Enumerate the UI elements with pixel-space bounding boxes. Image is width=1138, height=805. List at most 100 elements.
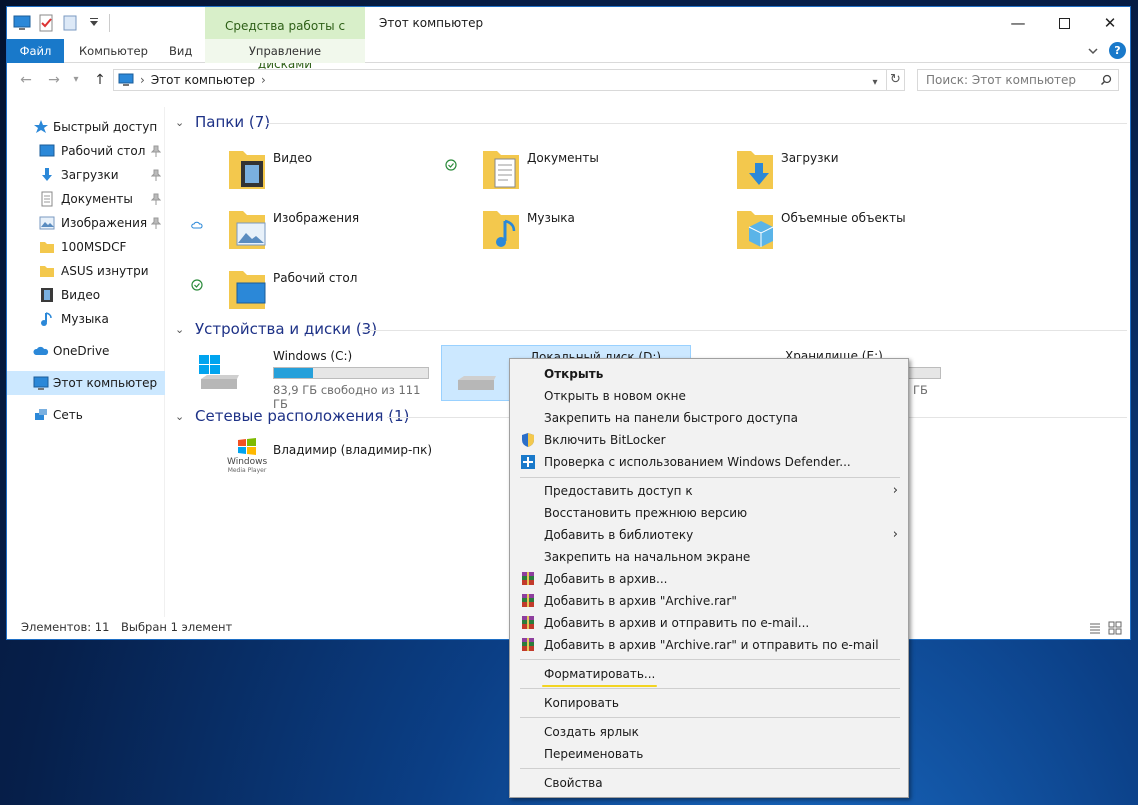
sidebar-item-this-pc[interactable]: Этот компьютер	[7, 371, 165, 395]
context-menu: Открыть Открыть в новом окне Закрепить н…	[509, 358, 909, 798]
search-input[interactable]: Поиск: Этот компьютер	[917, 69, 1119, 91]
folder-tile-music[interactable]: Музыка	[481, 205, 731, 261]
new-folder-icon[interactable]	[61, 14, 79, 32]
submenu-arrow-icon: ›	[892, 483, 898, 498]
menu-item-add-archive[interactable]: Добавить в архив...	[510, 568, 908, 590]
folder-tile-pictures[interactable]: Изображения	[227, 205, 477, 261]
back-arrow-icon[interactable]: ←	[17, 71, 35, 89]
breadcrumb-chevron-icon[interactable]: ›	[261, 73, 266, 87]
menu-separator	[520, 688, 900, 689]
chevron-down-icon[interactable]: ▾	[868, 72, 882, 94]
drive-tile-c[interactable]: Windows (C:) 83,9 ГБ свободно из 111 ГБ	[185, 345, 435, 411]
menu-item-bitlocker[interactable]: Включить BitLocker	[510, 429, 908, 451]
sidebar-item-pictures[interactable]: Изображения	[7, 211, 165, 235]
menu-item-format[interactable]: Форматировать...	[510, 663, 908, 685]
sidebar-item-documents[interactable]: Документы	[7, 187, 165, 211]
close-icon: ✕	[1103, 14, 1117, 32]
menu-item-add-archive-rar-email[interactable]: Добавить в архив "Archive.rar" и отправи…	[510, 634, 908, 656]
system-drive-icon	[199, 355, 239, 389]
close-button[interactable]: ✕	[1087, 7, 1133, 39]
menu-item-include-library[interactable]: Добавить в библиотеку ›	[510, 524, 908, 546]
menu-item-label: Форматировать...	[544, 667, 656, 681]
sidebar-item-downloads[interactable]: Загрузки	[7, 163, 165, 187]
pin-icon[interactable]	[151, 145, 161, 157]
breadcrumb[interactable]: Этот компьютер	[151, 73, 255, 87]
menu-item-open-new-window[interactable]: Открыть в новом окне	[510, 385, 908, 407]
menu-item-label: Добавить в архив...	[544, 572, 668, 586]
group-header-network[interactable]: ⌄ Сетевые расположения (1)	[175, 407, 409, 425]
refresh-icon[interactable]: ↻	[887, 69, 905, 91]
menu-item-label: Восстановить прежнюю версию	[544, 506, 748, 520]
3d-objects-folder-icon	[737, 211, 774, 249]
pin-icon[interactable]	[151, 193, 161, 205]
menu-item-defender-scan[interactable]: Проверка с использованием Windows Defend…	[510, 451, 908, 473]
recent-locations-icon[interactable]: ▾	[67, 71, 85, 89]
sidebar-item-quick-access[interactable]: Быстрый доступ	[7, 115, 165, 139]
tab-computer[interactable]: Компьютер	[67, 39, 160, 63]
tab-view[interactable]: Вид	[157, 39, 204, 63]
sidebar-item-music[interactable]: Музыка	[7, 307, 165, 331]
network-location-tile[interactable]: Windows Media Player Владимир (владимир-…	[227, 437, 477, 493]
help-icon[interactable]: ?	[1109, 42, 1126, 59]
chevron-down-icon: ⌄	[175, 322, 185, 336]
folder-tile-3d-objects[interactable]: Объемные объекты	[735, 205, 985, 261]
properties-icon[interactable]	[37, 14, 55, 32]
tab-manage[interactable]: Управление	[205, 39, 365, 63]
tab-file[interactable]: Файл	[7, 39, 64, 63]
pin-icon[interactable]	[151, 217, 161, 229]
pin-icon[interactable]	[151, 169, 161, 181]
menu-item-properties[interactable]: Свойства	[510, 772, 908, 794]
menu-item-label: Создать ярлык	[544, 725, 639, 739]
details-view-icon[interactable]	[1088, 621, 1102, 635]
menu-item-rename[interactable]: Переименовать	[510, 743, 908, 765]
music-folder-icon	[483, 211, 519, 249]
network-icon	[35, 409, 47, 420]
sidebar-item-videos[interactable]: Видео	[7, 283, 165, 307]
group-header-drives[interactable]: ⌄ Устройства и диски (3)	[175, 320, 377, 338]
search-icon[interactable]	[1100, 74, 1112, 86]
sidebar-item-asus[interactable]: ASUS изнутри	[7, 259, 165, 283]
up-arrow-icon[interactable]: ↑	[91, 71, 109, 89]
folder-tile-documents[interactable]: Документы	[481, 145, 731, 201]
folder-label: Документы	[527, 151, 599, 165]
maximize-button[interactable]	[1041, 7, 1087, 39]
menu-item-add-archive-email[interactable]: Добавить в архив и отправить по e-mail..…	[510, 612, 908, 634]
forward-arrow-icon[interactable]: →	[45, 71, 63, 89]
item-count: Элементов: 11	[21, 620, 110, 634]
large-icons-view-icon[interactable]	[1108, 621, 1122, 635]
folder-tile-desktop[interactable]: Рабочий стол	[227, 265, 477, 321]
folder-tile-videos[interactable]: Видео	[227, 145, 477, 201]
media-player-icon: Windows Media Player	[227, 437, 267, 485]
folder-tile-downloads[interactable]: Загрузки	[735, 145, 985, 201]
sidebar-item-label: Загрузки	[61, 168, 119, 182]
shield-icon	[522, 433, 534, 447]
downloads-folder-icon	[737, 151, 773, 189]
minimize-button[interactable]: —	[995, 7, 1041, 39]
menu-item-restore-version[interactable]: Восстановить прежнюю версию	[510, 502, 908, 524]
menu-item-give-access[interactable]: Предоставить доступ к ›	[510, 480, 908, 502]
group-header-folders[interactable]: ⌄ Папки (7)	[175, 113, 270, 131]
group-title: Устройства и диски (3)	[195, 320, 378, 338]
expand-ribbon-icon[interactable]	[1086, 44, 1100, 58]
folder-label: Загрузки	[781, 151, 839, 165]
computer-icon[interactable]	[13, 14, 31, 32]
star-icon	[34, 120, 48, 133]
documents-folder-icon	[483, 151, 519, 189]
menu-item-open[interactable]: Открыть	[510, 363, 908, 385]
menu-item-create-shortcut[interactable]: Создать ярлык	[510, 721, 908, 743]
customize-qat-icon[interactable]	[85, 14, 103, 32]
windows-flag-icon	[238, 438, 256, 455]
menu-item-copy[interactable]: Копировать	[510, 692, 908, 714]
sidebar-item-100msdcf[interactable]: 100MSDCF	[7, 235, 165, 259]
winrar-icon	[522, 594, 534, 607]
video-icon	[41, 288, 53, 302]
sidebar-item-network[interactable]: Сеть	[7, 403, 165, 427]
menu-item-pin-start[interactable]: Закрепить на начальном экране	[510, 546, 908, 568]
menu-item-pin-quick-access[interactable]: Закрепить на панели быстрого доступа	[510, 407, 908, 429]
menu-item-label: Открыть	[544, 367, 604, 381]
sidebar-item-desktop[interactable]: Рабочий стол	[7, 139, 165, 163]
address-bar[interactable]: › Этот компьютер › ▾	[113, 69, 887, 91]
menu-item-add-archive-rar[interactable]: Добавить в архив "Archive.rar"	[510, 590, 908, 612]
videos-folder-icon	[229, 151, 265, 189]
sidebar-item-onedrive[interactable]: OneDrive	[7, 339, 165, 363]
